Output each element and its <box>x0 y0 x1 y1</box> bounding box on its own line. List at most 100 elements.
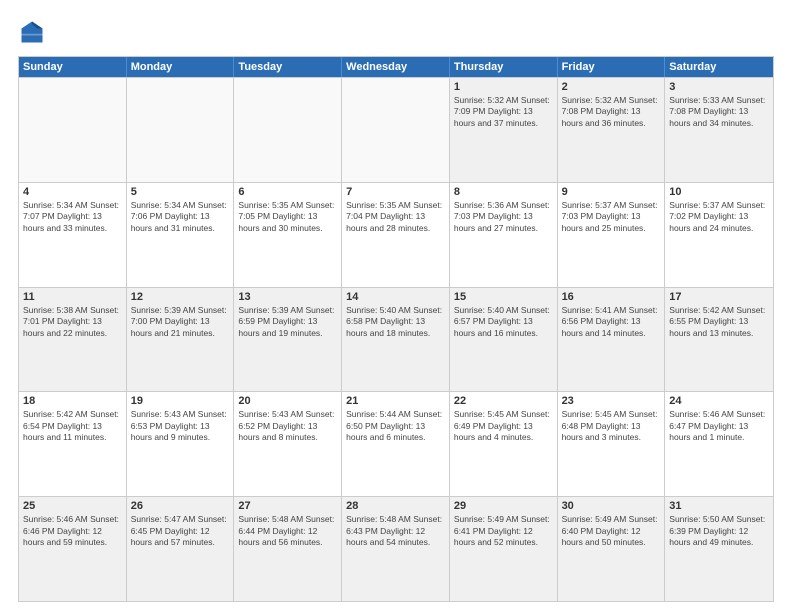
day-number: 5 <box>131 186 230 198</box>
day-number: 1 <box>454 81 553 93</box>
day-info: Sunrise: 5:49 AM Sunset: 6:40 PM Dayligh… <box>562 514 661 548</box>
day-info: Sunrise: 5:40 AM Sunset: 6:57 PM Dayligh… <box>454 305 553 339</box>
day-number: 13 <box>238 291 337 303</box>
day-number: 22 <box>454 395 553 407</box>
day-cell-17: 17 Sunrise: 5:42 AM Sunset: 6:55 PM Dayli… <box>665 288 773 392</box>
day-cell-16: 16 Sunrise: 5:41 AM Sunset: 6:56 PM Dayli… <box>558 288 666 392</box>
calendar-row-3: 11 Sunrise: 5:38 AM Sunset: 7:01 PM Dayli… <box>19 287 773 392</box>
day-info: Sunrise: 5:43 AM Sunset: 6:53 PM Dayligh… <box>131 409 230 443</box>
day-cell-28: 28 Sunrise: 5:48 AM Sunset: 6:43 PM Dayli… <box>342 497 450 601</box>
day-number: 12 <box>131 291 230 303</box>
day-cell-27: 27 Sunrise: 5:48 AM Sunset: 6:44 PM Dayli… <box>234 497 342 601</box>
day-number: 2 <box>562 81 661 93</box>
day-number: 10 <box>669 186 769 198</box>
day-cell-9: 9 Sunrise: 5:37 AM Sunset: 7:03 PM Daylig… <box>558 183 666 287</box>
calendar-row-4: 18Sunrise: 5:42 AM Sunset: 6:54 PM Dayli… <box>19 391 773 496</box>
day-number: 31 <box>669 500 769 512</box>
header <box>18 18 774 46</box>
day-cell-5: 5Sunrise: 5:34 AM Sunset: 7:06 PM Daylig… <box>127 183 235 287</box>
day-cell-14: 14Sunrise: 5:40 AM Sunset: 6:58 PM Dayli… <box>342 288 450 392</box>
day-cell-4: 4Sunrise: 5:34 AM Sunset: 7:07 PM Daylig… <box>19 183 127 287</box>
day-cell-8: 8 Sunrise: 5:36 AM Sunset: 7:03 PM Daylig… <box>450 183 558 287</box>
day-info: Sunrise: 5:47 AM Sunset: 6:45 PM Dayligh… <box>131 514 230 548</box>
day-info: Sunrise: 5:33 AM Sunset: 7:08 PM Dayligh… <box>669 95 769 129</box>
day-cell-23: 23 Sunrise: 5:45 AM Sunset: 6:48 PM Dayli… <box>558 392 666 496</box>
day-number: 24 <box>669 395 769 407</box>
day-info: Sunrise: 5:36 AM Sunset: 7:03 PM Dayligh… <box>454 200 553 234</box>
day-number: 14 <box>346 291 445 303</box>
day-cell-2: 2 Sunrise: 5:32 AM Sunset: 7:08 PM Daylig… <box>558 78 666 182</box>
day-info: Sunrise: 5:48 AM Sunset: 6:44 PM Dayligh… <box>238 514 337 548</box>
logo <box>18 18 50 46</box>
day-number: 28 <box>346 500 445 512</box>
day-info: Sunrise: 5:44 AM Sunset: 6:50 PM Dayligh… <box>346 409 445 443</box>
day-number: 3 <box>669 81 769 93</box>
calendar-row-1: 1Sunrise: 5:32 AM Sunset: 7:09 PM Daylig… <box>19 77 773 182</box>
day-cell-6: 6Sunrise: 5:35 AM Sunset: 7:05 PM Daylig… <box>234 183 342 287</box>
day-info: Sunrise: 5:45 AM Sunset: 6:48 PM Dayligh… <box>562 409 661 443</box>
day-cell-1: 1Sunrise: 5:32 AM Sunset: 7:09 PM Daylig… <box>450 78 558 182</box>
day-info: Sunrise: 5:37 AM Sunset: 7:03 PM Dayligh… <box>562 200 661 234</box>
day-info: Sunrise: 5:46 AM Sunset: 6:46 PM Dayligh… <box>23 514 122 548</box>
day-number: 11 <box>23 291 122 303</box>
day-number: 6 <box>238 186 337 198</box>
day-cell-22: 22 Sunrise: 5:45 AM Sunset: 6:49 PM Dayli… <box>450 392 558 496</box>
day-number: 29 <box>454 500 553 512</box>
day-number: 15 <box>454 291 553 303</box>
day-info: Sunrise: 5:34 AM Sunset: 7:07 PM Dayligh… <box>23 200 122 234</box>
day-info: Sunrise: 5:41 AM Sunset: 6:56 PM Dayligh… <box>562 305 661 339</box>
calendar: SundayMondayTuesdayWednesdayThursdayFrid… <box>18 56 774 602</box>
day-cell-29: 29 Sunrise: 5:49 AM Sunset: 6:41 PM Dayli… <box>450 497 558 601</box>
day-number: 23 <box>562 395 661 407</box>
calendar-row-5: 25 Sunrise: 5:46 AM Sunset: 6:46 PM Dayli… <box>19 496 773 601</box>
day-number: 27 <box>238 500 337 512</box>
day-info: Sunrise: 5:35 AM Sunset: 7:04 PM Dayligh… <box>346 200 445 234</box>
calendar-row-2: 4Sunrise: 5:34 AM Sunset: 7:07 PM Daylig… <box>19 182 773 287</box>
day-number: 8 <box>454 186 553 198</box>
day-cell-18: 18Sunrise: 5:42 AM Sunset: 6:54 PM Dayli… <box>19 392 127 496</box>
day-info: Sunrise: 5:37 AM Sunset: 7:02 PM Dayligh… <box>669 200 769 234</box>
day-info: Sunrise: 5:43 AM Sunset: 6:52 PM Dayligh… <box>238 409 337 443</box>
empty-cell <box>342 78 450 182</box>
day-cell-10: 10 Sunrise: 5:37 AM Sunset: 7:02 PM Dayli… <box>665 183 773 287</box>
header-cell-tuesday: Tuesday <box>234 57 342 77</box>
day-number: 26 <box>131 500 230 512</box>
day-info: Sunrise: 5:48 AM Sunset: 6:43 PM Dayligh… <box>346 514 445 548</box>
empty-cell <box>234 78 342 182</box>
day-info: Sunrise: 5:42 AM Sunset: 6:55 PM Dayligh… <box>669 305 769 339</box>
day-cell-7: 7Sunrise: 5:35 AM Sunset: 7:04 PM Daylig… <box>342 183 450 287</box>
day-cell-26: 26 Sunrise: 5:47 AM Sunset: 6:45 PM Dayli… <box>127 497 235 601</box>
day-number: 20 <box>238 395 337 407</box>
header-cell-sunday: Sunday <box>19 57 127 77</box>
day-info: Sunrise: 5:32 AM Sunset: 7:08 PM Dayligh… <box>562 95 661 129</box>
day-info: Sunrise: 5:50 AM Sunset: 6:39 PM Dayligh… <box>669 514 769 548</box>
header-cell-monday: Monday <box>127 57 235 77</box>
day-number: 9 <box>562 186 661 198</box>
day-number: 18 <box>23 395 122 407</box>
page: SundayMondayTuesdayWednesdayThursdayFrid… <box>0 0 792 612</box>
day-cell-24: 24 Sunrise: 5:46 AM Sunset: 6:47 PM Dayli… <box>665 392 773 496</box>
empty-cell <box>19 78 127 182</box>
day-number: 21 <box>346 395 445 407</box>
day-cell-31: 31 Sunrise: 5:50 AM Sunset: 6:39 PM Dayli… <box>665 497 773 601</box>
header-cell-saturday: Saturday <box>665 57 773 77</box>
day-cell-19: 19 Sunrise: 5:43 AM Sunset: 6:53 PM Dayli… <box>127 392 235 496</box>
calendar-body: 1Sunrise: 5:32 AM Sunset: 7:09 PM Daylig… <box>19 77 773 601</box>
header-cell-friday: Friday <box>558 57 666 77</box>
day-number: 30 <box>562 500 661 512</box>
day-number: 17 <box>669 291 769 303</box>
header-cell-thursday: Thursday <box>450 57 558 77</box>
day-number: 19 <box>131 395 230 407</box>
day-cell-13: 13 Sunrise: 5:39 AM Sunset: 6:59 PM Dayli… <box>234 288 342 392</box>
day-cell-30: 30 Sunrise: 5:49 AM Sunset: 6:40 PM Dayli… <box>558 497 666 601</box>
day-info: Sunrise: 5:39 AM Sunset: 6:59 PM Dayligh… <box>238 305 337 339</box>
day-number: 25 <box>23 500 122 512</box>
day-cell-15: 15 Sunrise: 5:40 AM Sunset: 6:57 PM Dayli… <box>450 288 558 392</box>
day-info: Sunrise: 5:46 AM Sunset: 6:47 PM Dayligh… <box>669 409 769 443</box>
day-number: 16 <box>562 291 661 303</box>
calendar-header: SundayMondayTuesdayWednesdayThursdayFrid… <box>19 57 773 77</box>
day-info: Sunrise: 5:38 AM Sunset: 7:01 PM Dayligh… <box>23 305 122 339</box>
day-info: Sunrise: 5:45 AM Sunset: 6:49 PM Dayligh… <box>454 409 553 443</box>
header-cell-wednesday: Wednesday <box>342 57 450 77</box>
day-info: Sunrise: 5:49 AM Sunset: 6:41 PM Dayligh… <box>454 514 553 548</box>
